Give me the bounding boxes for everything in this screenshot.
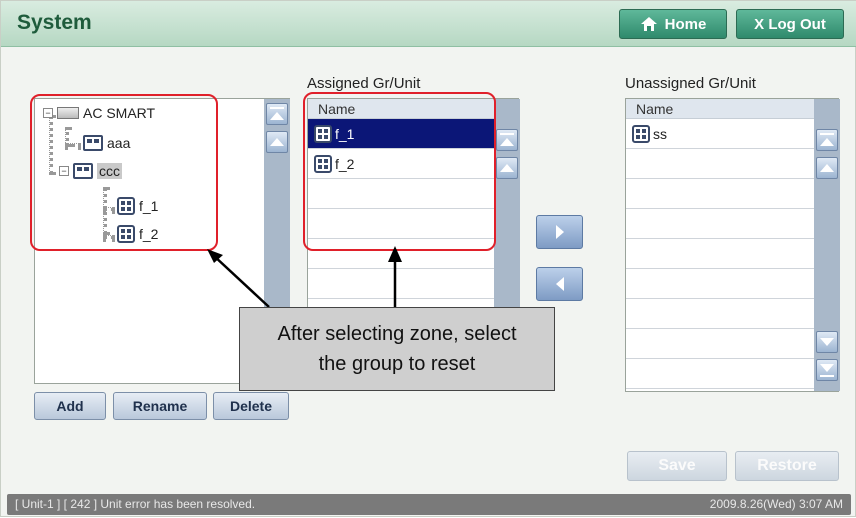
status-datetime: 2009.8.26(Wed) 3:07 AM [709,497,843,511]
status-bar: [ Unit-1 ] [ 242 ] Unit error has been r… [7,494,851,515]
callout-line-1: After selecting zone, select [277,323,517,345]
app-window: System Home X Log Out − AC SMART aaa − c… [0,0,856,517]
instruction-callout: After selecting zone, select the group t… [239,307,555,391]
callout-arrows [207,246,402,308]
status-message: [ Unit-1 ] [ 242 ] Unit error has been r… [15,497,256,511]
callout-line-2: the group to reset [318,353,476,375]
